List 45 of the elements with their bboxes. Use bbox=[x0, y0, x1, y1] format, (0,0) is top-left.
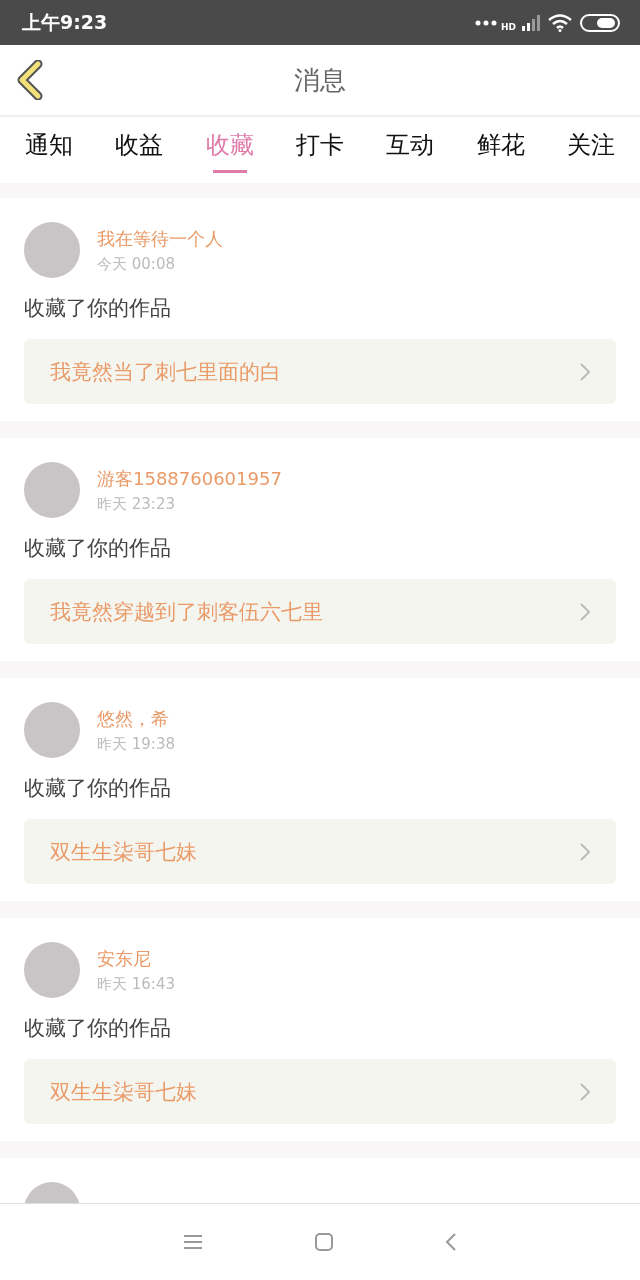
tab[interactable]: 收益 bbox=[100, 117, 179, 183]
chevron-icon bbox=[580, 602, 590, 621]
tab[interactable]: 收藏 bbox=[190, 117, 269, 183]
avatar bbox=[24, 462, 80, 518]
chevron-icon bbox=[580, 1082, 590, 1101]
dots-icon bbox=[475, 18, 497, 27]
chevron-icon bbox=[580, 362, 590, 381]
avatar bbox=[24, 222, 80, 278]
menu-icon[interactable] bbox=[183, 1234, 203, 1250]
avatar bbox=[24, 702, 80, 758]
work-title: 双生生柒哥七妹 bbox=[50, 1078, 197, 1106]
message-time: 昨天 23:23 bbox=[97, 494, 176, 514]
work-title: 我竟然穿越到了刺客伍六七里 bbox=[50, 598, 323, 626]
message-time: 今天 00:08 bbox=[97, 254, 176, 274]
chevron-icon bbox=[580, 842, 590, 861]
work-link[interactable]: 双生生柒哥七妹 bbox=[24, 1059, 616, 1124]
battery-icon bbox=[580, 13, 620, 32]
message-time: 昨天 19:38 bbox=[97, 734, 175, 754]
user-name[interactable]: 悠然，希 bbox=[97, 706, 175, 731]
user-name[interactable]: 我在等待一个人 bbox=[97, 226, 223, 251]
home-icon[interactable] bbox=[315, 1233, 333, 1251]
message-text: 收藏了你的作品 bbox=[24, 535, 172, 562]
message-text: 收藏了你的作品 bbox=[24, 295, 172, 322]
user-name[interactable]: 游客1588760601957 bbox=[97, 466, 282, 491]
tab[interactable]: 打卡 bbox=[281, 117, 359, 183]
status-time: 上午9:23 bbox=[22, 9, 108, 35]
message-text: 收藏了你的作品 bbox=[24, 775, 172, 802]
back-icon[interactable] bbox=[445, 1233, 457, 1251]
tab[interactable]: 通知 bbox=[10, 117, 88, 183]
tab[interactable]: 关注 bbox=[551, 117, 630, 183]
avatar bbox=[24, 942, 80, 998]
message-time: 昨天 16:43 bbox=[97, 974, 175, 994]
user-name[interactable]: 安东尼 bbox=[97, 946, 175, 971]
signal-icon bbox=[522, 14, 540, 31]
work-title: 双生生柒哥七妹 bbox=[50, 838, 197, 866]
wifi-icon bbox=[548, 13, 572, 32]
work-link[interactable]: 双生生柒哥七妹 bbox=[24, 819, 616, 884]
work-link[interactable]: 我竟然当了刺七里面的白 bbox=[24, 339, 616, 404]
tab[interactable]: 鲜花 bbox=[461, 117, 540, 183]
work-link[interactable]: 我竟然穿越到了刺客伍六七里 bbox=[24, 579, 616, 644]
page-title: 消息 bbox=[294, 63, 346, 97]
message-text: 收藏了你的作品 bbox=[24, 1015, 172, 1042]
tab[interactable]: 互动 bbox=[371, 117, 450, 183]
network-label: HD bbox=[501, 21, 516, 32]
work-title: 我竟然当了刺七里面的白 bbox=[50, 358, 281, 386]
